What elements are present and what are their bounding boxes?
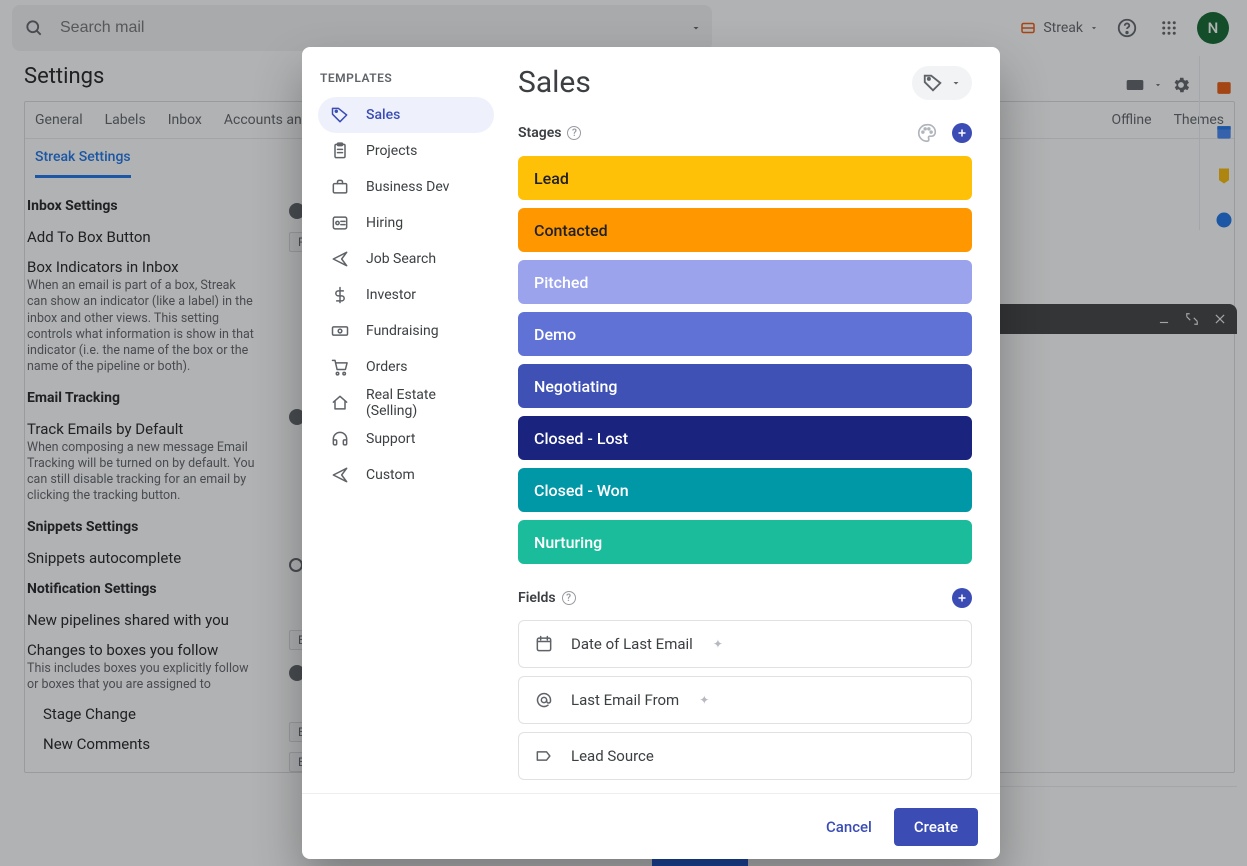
template-item-investor[interactable]: Investor <box>318 277 494 313</box>
template-item-hiring[interactable]: Hiring <box>318 205 494 241</box>
template-item-label: Orders <box>366 359 408 375</box>
stage-demo[interactable]: Demo <box>518 312 972 356</box>
stage-nurturing[interactable]: Nurturing <box>518 520 972 564</box>
template-item-sales[interactable]: Sales <box>318 97 494 133</box>
template-title: Sales <box>518 65 591 100</box>
label-icon <box>533 745 555 767</box>
template-item-real-estate-selling-[interactable]: Real Estate (Selling) <box>318 385 494 421</box>
template-item-support[interactable]: Support <box>318 421 494 457</box>
clipboard-icon <box>330 141 350 161</box>
template-item-label: Investor <box>366 287 416 303</box>
field-label: Lead Source <box>571 747 654 765</box>
template-item-label: Real Estate (Selling) <box>366 387 482 419</box>
add-field-button[interactable] <box>952 588 972 608</box>
stage-lead[interactable]: Lead <box>518 156 972 200</box>
template-item-orders[interactable]: Orders <box>318 349 494 385</box>
field-lead-source[interactable]: Lead Source <box>518 732 972 780</box>
tag-icon <box>330 105 350 125</box>
magic-icon: ✦ <box>699 693 709 707</box>
template-item-label: Projects <box>366 143 417 159</box>
add-stage-button[interactable] <box>952 123 972 143</box>
template-main: Sales Stages ? <box>502 47 1000 793</box>
calendar-icon <box>533 633 555 655</box>
chevron-down-icon <box>950 77 962 89</box>
palette-icon[interactable] <box>916 122 938 144</box>
field-date-of-last-email[interactable]: Date of Last Email ✦ <box>518 620 972 668</box>
template-item-business-dev[interactable]: Business Dev <box>318 169 494 205</box>
template-item-label: Custom <box>366 467 415 483</box>
field-label: Date of Last Email <box>571 635 693 653</box>
send-icon <box>330 249 350 269</box>
magic-icon: ✦ <box>713 637 723 651</box>
stage-contacted[interactable]: Contacted <box>518 208 972 252</box>
template-item-label: Business Dev <box>366 179 449 195</box>
pipeline-template-modal: TEMPLATES Sales Projects Business Dev Hirin… <box>302 47 1000 859</box>
briefcase-icon <box>330 177 350 197</box>
stage-closed-lost[interactable]: Closed - Lost <box>518 416 972 460</box>
stage-pitched[interactable]: Pitched <box>518 260 972 304</box>
stage-closed-won[interactable]: Closed - Won <box>518 468 972 512</box>
template-item-custom[interactable]: Custom <box>318 457 494 493</box>
template-item-label: Fundraising <box>366 323 439 339</box>
fields-list: Date of Last Email ✦ Last Email From ✦ Lead … <box>518 620 972 780</box>
fields-label: Fields <box>518 590 556 606</box>
template-item-projects[interactable]: Projects <box>318 133 494 169</box>
template-item-job-search[interactable]: Job Search <box>318 241 494 277</box>
create-button[interactable]: Create <box>894 808 978 846</box>
modal-footer: Cancel Create <box>302 793 1000 859</box>
headset-icon <box>330 429 350 449</box>
badge-icon <box>330 213 350 233</box>
send-icon <box>330 465 350 485</box>
tag-icon <box>922 72 944 94</box>
template-item-label: Sales <box>366 107 400 123</box>
tag-dropdown[interactable] <box>912 66 972 100</box>
field-label: Last Email From <box>571 691 679 709</box>
at-icon <box>533 689 555 711</box>
stages-help-icon[interactable]: ? <box>567 126 581 140</box>
fields-help-icon[interactable]: ? <box>562 591 576 605</box>
dollar-icon <box>330 285 350 305</box>
template-item-fundraising[interactable]: Fundraising <box>318 313 494 349</box>
template-item-label: Job Search <box>366 251 436 267</box>
cart-icon <box>330 357 350 377</box>
field-last-email-from[interactable]: Last Email From ✦ <box>518 676 972 724</box>
template-item-label: Support <box>366 431 415 447</box>
stages-label: Stages <box>518 125 561 141</box>
templates-sidebar: TEMPLATES Sales Projects Business Dev Hirin… <box>302 47 502 793</box>
template-item-label: Hiring <box>366 215 403 231</box>
stage-negotiating[interactable]: Negotiating <box>518 364 972 408</box>
cancel-button[interactable]: Cancel <box>826 818 872 836</box>
home-icon <box>330 393 350 413</box>
stages-list: Lead Contacted Pitched Demo Negotiating Close… <box>518 156 972 564</box>
templates-header: TEMPLATES <box>320 71 494 85</box>
cash-icon <box>330 321 350 341</box>
